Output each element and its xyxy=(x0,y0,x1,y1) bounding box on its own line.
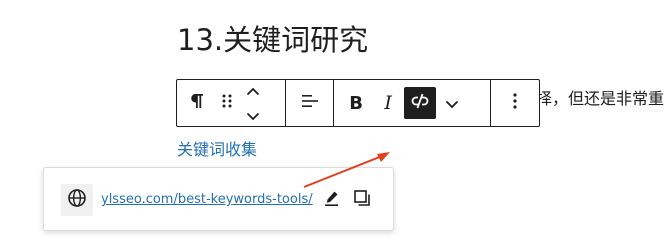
chevron-down-icon[interactable] xyxy=(246,106,260,125)
block-mover xyxy=(241,83,265,123)
align-left-icon xyxy=(301,93,319,114)
options-group xyxy=(491,80,539,126)
link-url[interactable]: ylsseo.com/best-keywords-tools/ xyxy=(101,190,313,210)
copy-icon xyxy=(353,189,371,211)
drag-handle-button[interactable] xyxy=(213,87,241,119)
link-favicon xyxy=(61,184,93,216)
copy-link-button[interactable] xyxy=(348,186,376,214)
more-rich-text-button[interactable] xyxy=(436,87,468,119)
paragraph-link[interactable]: 关键词收集 xyxy=(177,139,257,161)
italic-button[interactable]: I xyxy=(372,87,404,119)
page-heading[interactable]: 13.关键词研究 xyxy=(177,20,368,60)
chevron-down-icon xyxy=(445,93,459,114)
block-toolbar: B I xyxy=(176,79,540,127)
paragraph-block-button[interactable] xyxy=(181,87,213,119)
drag-handle-icon xyxy=(221,92,233,115)
chevron-up-icon[interactable] xyxy=(246,81,260,100)
block-controls-group xyxy=(177,80,287,126)
align-button[interactable] xyxy=(294,87,326,119)
bold-button[interactable]: B xyxy=(340,87,372,119)
unlink-button[interactable] xyxy=(404,87,437,119)
link-popover: ylsseo.com/best-keywords-tools/ xyxy=(43,167,394,231)
unlink-icon xyxy=(410,91,430,116)
edit-link-button[interactable] xyxy=(318,186,346,214)
more-vertical-icon xyxy=(512,92,518,115)
formatting-group: B I xyxy=(334,80,492,126)
paragraph-text[interactable]: 择，但还是非常重 xyxy=(536,88,664,110)
pilcrow-icon xyxy=(189,92,205,115)
pencil-icon xyxy=(323,189,341,211)
alignment-group xyxy=(286,80,335,126)
options-button[interactable] xyxy=(499,87,531,119)
globe-icon xyxy=(67,188,87,212)
editor-canvas: 13.关键词研究 择，但还是非常重 关键词收集 B I ylsseo.com/b… xyxy=(0,0,672,249)
